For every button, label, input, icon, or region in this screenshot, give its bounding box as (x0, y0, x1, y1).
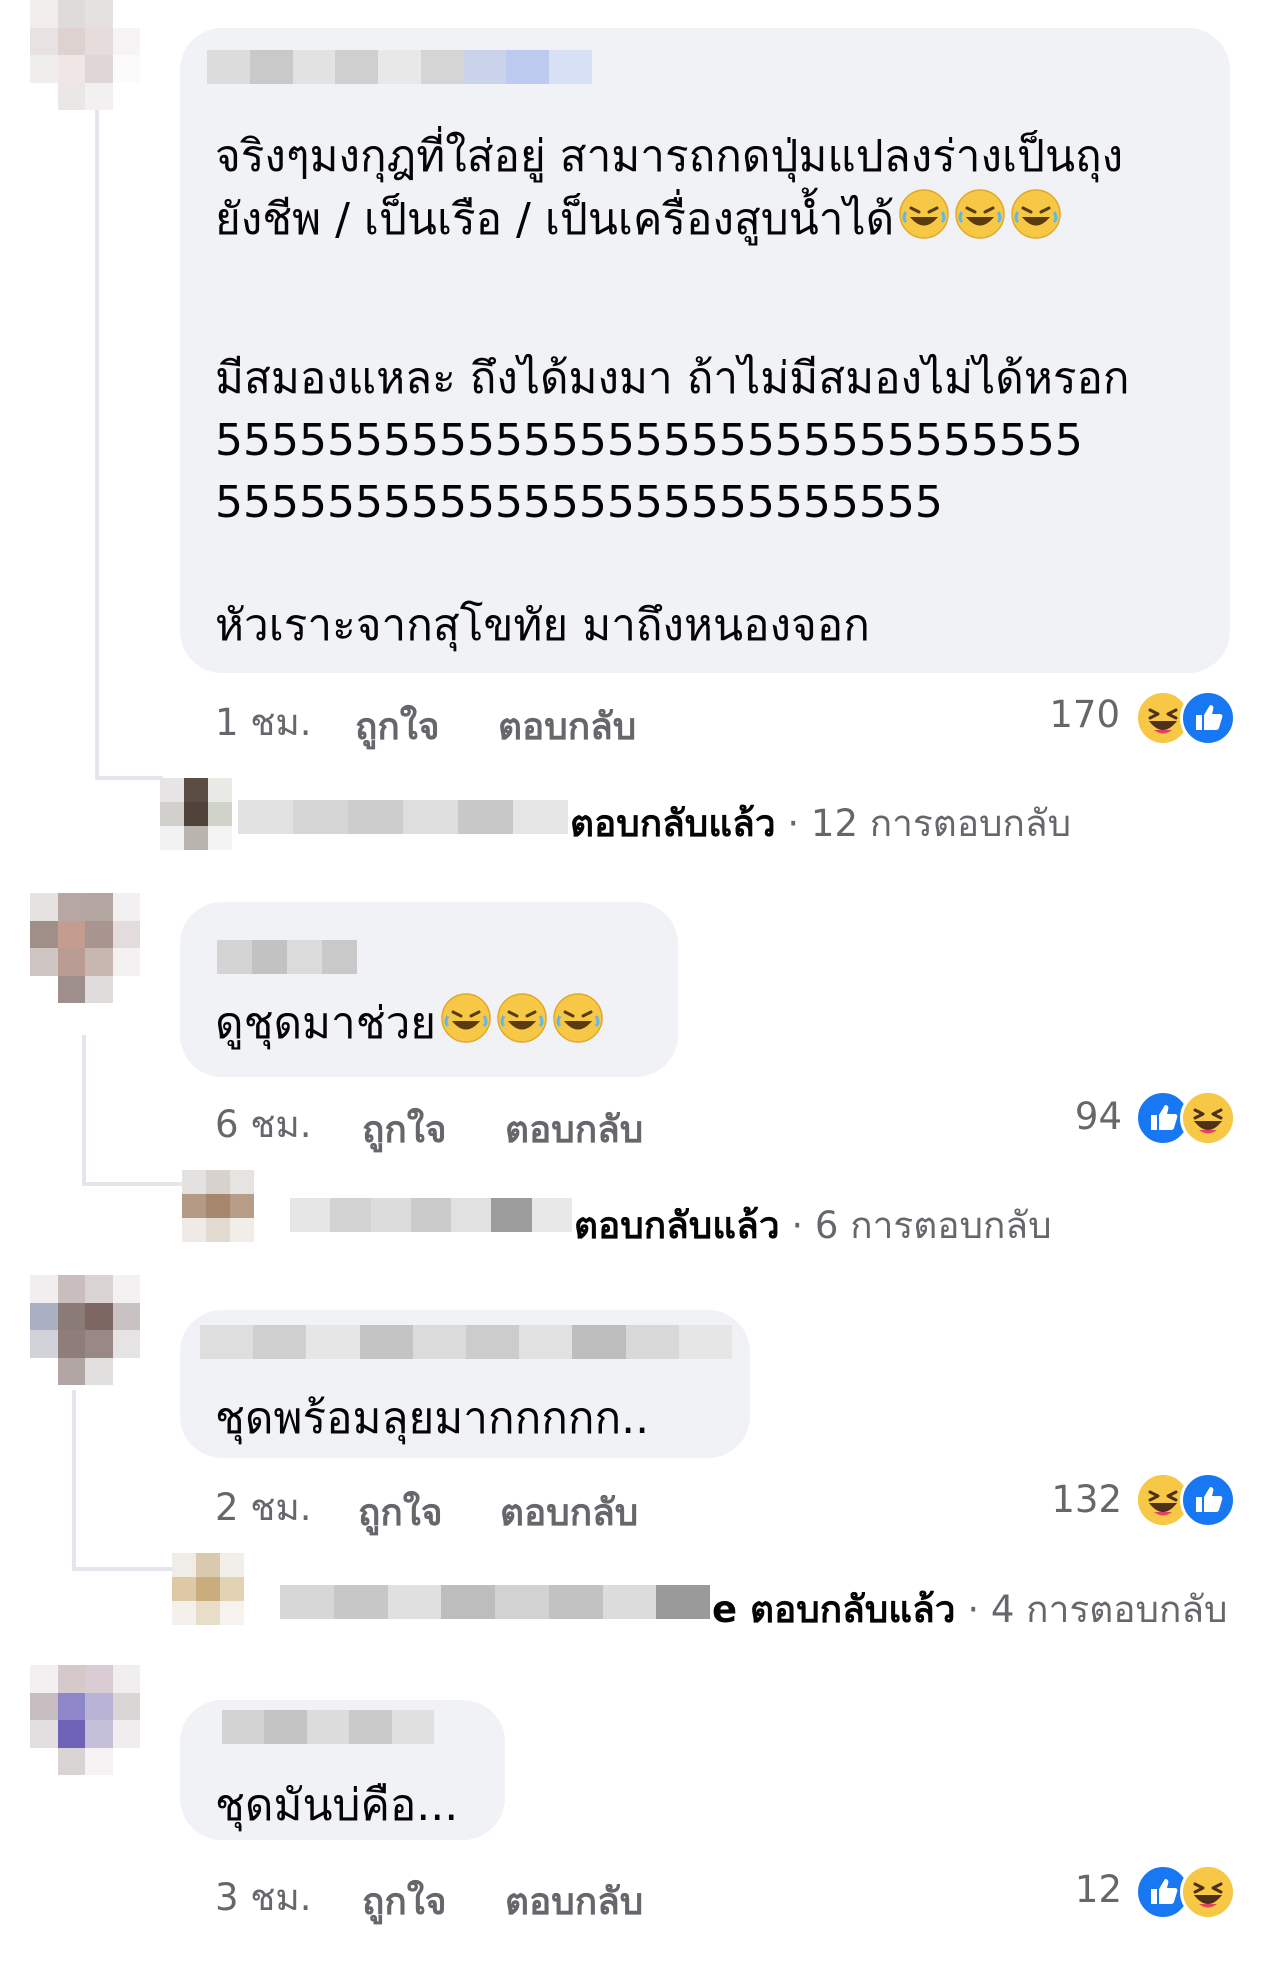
reply-avatar[interactable] (182, 1170, 254, 1242)
comment-text: ชุดมันบ่คือ... (215, 1780, 459, 1831)
like-icon[interactable] (1180, 690, 1236, 746)
comment-time[interactable]: 2 ชม. (215, 1478, 312, 1537)
like-button[interactable]: ถูกใจ (362, 1872, 447, 1931)
thread-line-curve (82, 1182, 182, 1186)
comment-text: หัวเราะจากสุโขทัย มาถึงหนองจอก (215, 600, 870, 651)
comment-time[interactable]: 3 ชม. (215, 1868, 312, 1927)
reaction-count[interactable]: 132 (1022, 1478, 1122, 1521)
thread-line (82, 1035, 86, 1185)
reply-author-name[interactable] (280, 1585, 710, 1619)
like-icon[interactable] (1180, 1472, 1236, 1528)
thread-line-curve (72, 1567, 172, 1571)
comment-text: ชุดพร้อมลุยมากกกกก.. (215, 1393, 650, 1444)
like-button[interactable]: ถูกใจ (358, 1483, 443, 1542)
reply-button[interactable]: ตอบกลับ (498, 697, 636, 756)
avatar[interactable] (30, 0, 140, 110)
rofl-emoji-icon (552, 992, 604, 1044)
reply-button[interactable]: ตอบกลับ (505, 1100, 643, 1159)
avatar[interactable] (30, 1275, 140, 1385)
rofl-emoji-icon (898, 188, 950, 240)
reply-avatar[interactable] (172, 1553, 244, 1625)
reply-author-name[interactable] (290, 1198, 572, 1232)
rofl-emoji-icon (1010, 188, 1062, 240)
reply-author-name[interactable] (238, 800, 568, 834)
commenter-name[interactable] (217, 940, 357, 974)
haha-icon[interactable] (1180, 1864, 1236, 1920)
reaction-count[interactable]: 170 (1020, 693, 1120, 736)
rofl-emoji-icon (440, 992, 492, 1044)
commenter-name[interactable] (207, 50, 593, 84)
comment-text: จริงๆมงกุฎที่ใส่อยู่ สามารถกดปุ่มแปลงร่า… (215, 131, 1124, 245)
reply-button[interactable]: ตอบกลับ (500, 1483, 638, 1542)
rofl-emoji-icon (496, 992, 548, 1044)
view-replies-link[interactable]: ตอบกลับแล้ว · 12 การตอบกลับ (570, 794, 1071, 853)
like-button[interactable]: ถูกใจ (362, 1100, 447, 1159)
thread-line (95, 100, 99, 780)
view-replies-link[interactable]: ตอบกลับแล้ว · 6 การตอบกลับ (574, 1196, 1052, 1255)
comment-text: ดูชุดมาช่วย (215, 992, 675, 1055)
thread-line (72, 1390, 76, 1570)
haha-icon[interactable] (1180, 1090, 1236, 1146)
reaction-count[interactable]: 94 (1022, 1095, 1122, 1138)
commenter-name[interactable] (200, 1325, 733, 1359)
avatar[interactable] (30, 1665, 140, 1775)
comment-time[interactable]: 1 ชม. (215, 693, 312, 752)
like-button[interactable]: ถูกใจ (355, 697, 440, 756)
comment-time[interactable]: 6 ชม. (215, 1095, 312, 1154)
commenter-name[interactable] (222, 1710, 435, 1744)
reply-button[interactable]: ตอบกลับ (505, 1872, 643, 1931)
rofl-emoji-icon (954, 188, 1006, 240)
thread-line-curve (95, 776, 163, 780)
reaction-count[interactable]: 12 (1022, 1868, 1122, 1911)
view-replies-link[interactable]: e ตอบกลับแล้ว · 4 การตอบกลับ (712, 1580, 1228, 1639)
comment-text: มีสมองแหละ ถึงได้มงมา ถ้าไม่มีสมองไม่ได้… (215, 353, 1130, 528)
reply-avatar[interactable] (160, 778, 232, 850)
avatar[interactable] (30, 893, 140, 1003)
